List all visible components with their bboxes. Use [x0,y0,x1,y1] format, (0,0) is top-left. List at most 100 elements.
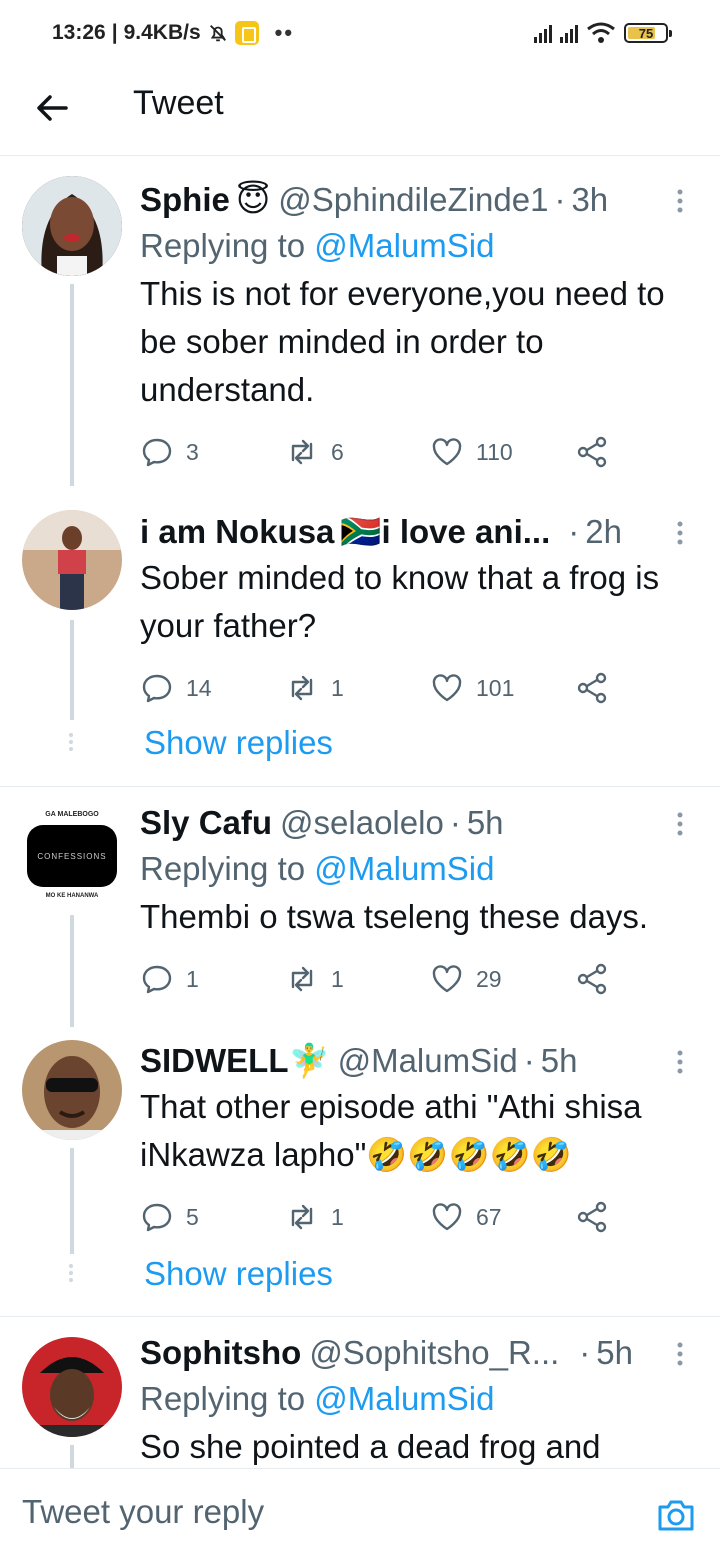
display-name[interactable]: Sphie [140,178,230,222]
display-name[interactable]: i am Nokusa [140,510,334,554]
tweet-sly-cafu[interactable]: GA MALEBOGO CONFESSIONS MO KE HANANWA Sl… [0,787,720,1027]
tweet-sophitsho[interactable]: Sophitsho @Sophitsho_R... · 5h Replying … [0,1317,720,1468]
retweet-icon [291,966,313,992]
like-button[interactable]: 110 [430,435,575,469]
tweet-text: This is not for everyone,you need to be … [140,275,665,408]
tweet-content: Sly Cafu @selaolelo · 5h Replying to @Ma… [140,801,690,999]
back-arrow-icon[interactable] [30,86,74,130]
reply-input[interactable]: Tweet your reply [22,1493,264,1531]
tweet-content: Sophitsho @Sophitsho_R... · 5h Replying … [140,1331,690,1468]
tweet-text: Thembi o tswa tseleng these days. [140,898,649,935]
tweet-header: Sophitsho @Sophitsho_R... · 5h [140,1331,690,1375]
tweet-time[interactable]: 5h [467,801,504,845]
tweet-header: SIDWELL 🧚‍♂️ @MalumSid · 5h [140,1039,690,1083]
app-notification-icon [234,21,259,45]
avatar-text-bottom: MO KE HANANWA [45,893,99,899]
retweet-button[interactable]: 6 [285,435,430,469]
south-africa-flag-emoji: 🇿🇦 [340,513,382,550]
more-vertical-icon[interactable] [670,186,690,216]
thread-line [70,1148,74,1254]
mention-link[interactable]: @MalumSid [314,850,494,887]
status-bar: 13:26 | 9.4KB/s •• 75 [0,0,720,64]
thread-line [70,284,74,486]
reply-button[interactable]: 14 [140,671,285,705]
tweet-sidwell[interactable]: SIDWELL 🧚‍♂️ @MalumSid · 5h That other e… [0,1027,720,1317]
display-name[interactable]: SIDWELL [140,1039,288,1083]
status-bar-right: 75 [534,22,672,44]
share-icon[interactable] [575,671,609,705]
display-name[interactable]: Sly Cafu [140,801,272,845]
retweet-button[interactable]: 1 [285,962,430,996]
share-icon[interactable] [575,1200,609,1234]
tweet-actions: 5 1 67 [140,1197,690,1237]
replying-to: Replying to @MalumSid [140,227,495,264]
reply-icon [142,965,172,994]
retweet-button[interactable]: 1 [285,1200,430,1234]
reply-button[interactable]: 3 [140,435,285,469]
user-handle[interactable]: @MalumSid [338,1039,518,1083]
like-count: 101 [476,674,515,701]
retweet-button[interactable]: 1 [285,671,430,705]
more-vertical-icon[interactable] [670,1047,690,1077]
mention-link[interactable]: @MalumSid [314,227,494,264]
tweet-time[interactable]: 5h [541,1039,578,1083]
reply-count: 5 [186,1203,199,1230]
mention-link[interactable]: @MalumSid [314,1380,494,1417]
tweet-text: So she pointed a dead frog and [140,1428,601,1465]
thread-line [70,915,74,1027]
avatar-text-middle: CONFESSIONS [27,825,117,887]
avatar[interactable]: GA MALEBOGO CONFESSIONS MO KE HANANWA [22,807,122,907]
tweet-sphie[interactable]: Sphie 😇 @SphindileZinde1 · 3h Replying t… [0,156,720,486]
battery-icon: 75 [624,23,672,43]
avatar[interactable] [22,510,122,610]
user-handle[interactable]: @selaolelo [280,801,444,845]
battery-percent: 75 [638,25,654,41]
more-vertical-icon[interactable] [670,1339,690,1369]
tweet-content: SIDWELL 🧚‍♂️ @MalumSid · 5h That other e… [140,1039,690,1237]
wifi-icon [587,22,615,43]
camera-icon[interactable] [656,1495,696,1535]
display-name[interactable]: Sophitsho [140,1331,301,1375]
avatar[interactable] [22,1040,122,1140]
reply-icon [142,438,172,467]
tweet-nokusa[interactable]: i am Nokusa 🇿🇦 i love ani... · 2h Sober … [0,486,720,786]
like-button[interactable]: 101 [430,671,575,705]
reply-button[interactable]: 5 [140,1200,285,1234]
reply-button[interactable]: 1 [140,962,285,996]
like-button[interactable]: 67 [430,1200,575,1234]
share-icon[interactable] [575,435,609,469]
avatar[interactable] [22,1337,122,1437]
more-vertical-icon[interactable] [670,518,690,548]
reply-count: 1 [186,965,199,992]
network-speed: 9.4KB/s [123,21,201,44]
tweet-header: Sphie 😇 @SphindileZinde1 · 3h [140,178,690,222]
heart-icon [432,438,462,466]
like-count: 67 [476,1203,502,1230]
display-name-suffix[interactable]: i love ani... [382,510,551,554]
user-handle[interactable]: @SphindileZinde1 [278,178,548,222]
thread-line [70,1445,74,1468]
tweet-actions: 1 1 29 [140,959,690,999]
replying-to: Replying to @MalumSid [140,850,495,887]
retweet-icon [291,675,313,701]
replying-to: Replying to @MalumSid [140,1380,495,1417]
avatar[interactable] [22,176,122,276]
retweet-count: 1 [331,965,344,992]
more-vertical-icon[interactable] [670,809,690,839]
share-icon[interactable] [575,962,609,996]
tweet-actions: 3 6 110 [140,432,690,472]
tweet-time[interactable]: 2h [585,510,622,554]
thread-continue-dots [69,1261,75,1285]
show-replies-link[interactable]: Show replies [144,724,333,762]
show-replies-link[interactable]: Show replies [144,1255,333,1293]
user-handle[interactable]: @Sophitsho_R... [309,1331,559,1375]
tweet-time[interactable]: 5h [596,1331,633,1375]
like-button[interactable]: 29 [430,962,575,996]
signal-icon-2 [560,23,578,43]
bell-muted-icon [209,25,226,42]
heart-icon [432,674,462,702]
thread-line [70,620,74,720]
man-fairy-emoji: 🧚‍♂️ [288,1042,330,1079]
heart-icon [432,965,462,993]
tweet-time[interactable]: 3h [571,178,608,222]
